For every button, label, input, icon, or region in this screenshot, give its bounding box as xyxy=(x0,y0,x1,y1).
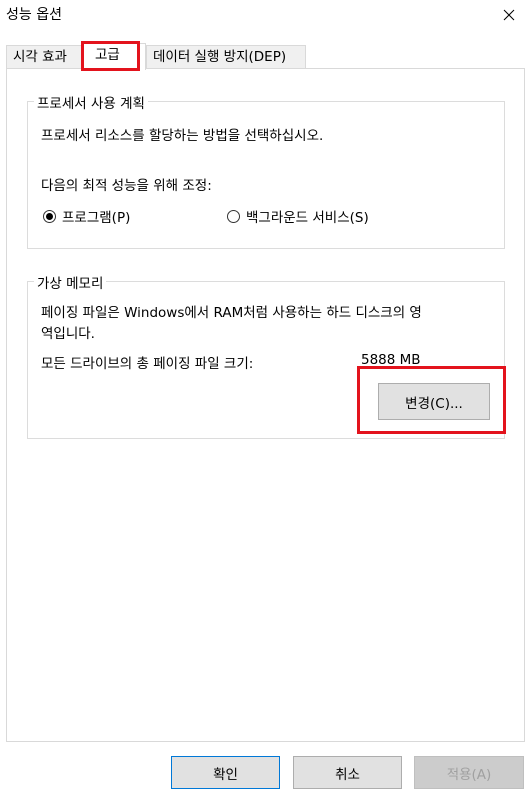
processor-scheduling-legend: 프로세서 사용 계획 xyxy=(34,92,148,112)
tab-strip: 시각 효과 고급 데이터 실행 방지(DEP) xyxy=(6,43,525,70)
virtual-memory-description-line2: 역입니다. xyxy=(41,326,95,342)
window-title: 성능 옵션 xyxy=(6,7,62,23)
title-bar: 성능 옵션 xyxy=(0,0,531,30)
performance-options-window: 성능 옵션 시각 효과 고급 데이터 실행 방지(DEP) 프로세서 사용 계획… xyxy=(0,0,531,795)
close-button[interactable] xyxy=(487,0,531,30)
radio-background-services-indicator[interactable] xyxy=(227,209,240,223)
radio-programs-label: 프로그램(P) xyxy=(62,210,131,226)
radio-background-services-label: 백그라운드 서비스(S) xyxy=(246,210,369,226)
processor-scheduling-description: 프로세서 리소스를 할당하는 방법을 선택하십시오. xyxy=(41,128,324,144)
virtual-memory-legend: 가상 메모리 xyxy=(34,272,107,292)
tab-panel-advanced: 프로세서 사용 계획 프로세서 리소스를 할당하는 방법을 선택하십시오. 다음… xyxy=(6,68,525,742)
total-paging-file-value: 5888 MB xyxy=(361,352,421,368)
total-paging-file-label: 모든 드라이브의 총 페이징 파일 크기: xyxy=(41,356,254,372)
radio-background-services[interactable]: 백그라운드 서비스(S) xyxy=(227,206,369,226)
change-button[interactable]: 변경(C)... xyxy=(378,383,490,420)
apply-button[interactable]: 적용(A) xyxy=(414,756,524,789)
virtual-memory-group: 가상 메모리 페이징 파일은 Windows에서 RAM처럼 사용하는 하드 디… xyxy=(27,272,505,439)
virtual-memory-description-line1: 페이징 파일은 Windows에서 RAM처럼 사용하는 하드 디스크의 영 xyxy=(41,305,422,321)
tab-visual-effects[interactable]: 시각 효과 xyxy=(6,45,82,68)
ok-button[interactable]: 확인 xyxy=(171,756,280,789)
tab-dep[interactable]: 데이터 실행 방지(DEP) xyxy=(146,45,306,68)
tab-advanced[interactable]: 고급 xyxy=(82,43,146,70)
radio-programs[interactable]: 프로그램(P) xyxy=(43,206,130,226)
radio-programs-indicator[interactable] xyxy=(43,209,56,223)
cancel-button[interactable]: 취소 xyxy=(293,756,402,789)
processor-scheduling-group: 프로세서 사용 계획 프로세서 리소스를 할당하는 방법을 선택하십시오. 다음… xyxy=(27,92,505,249)
adjust-for-label: 다음의 최적 성능을 위해 조정: xyxy=(41,178,212,194)
close-icon xyxy=(503,9,515,21)
